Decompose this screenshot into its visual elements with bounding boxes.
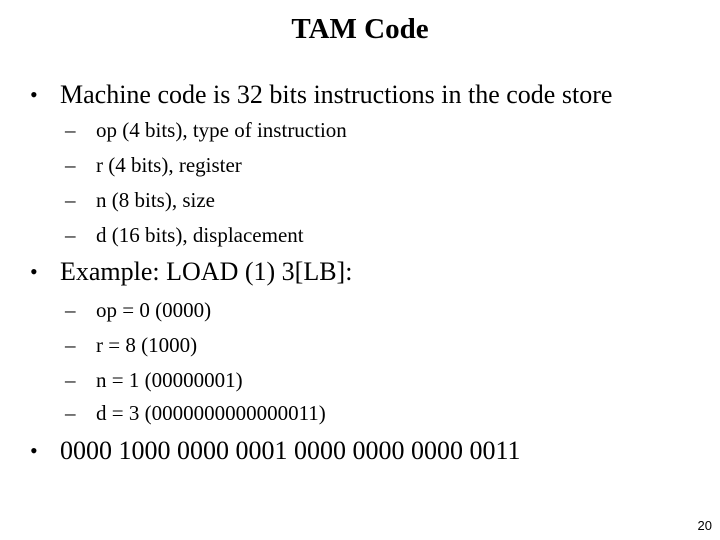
dash-icon: – xyxy=(65,368,76,392)
bullet-text: Machine code is 32 bits instructions in … xyxy=(60,80,613,109)
dash-icon: – xyxy=(65,118,76,142)
dash-icon: – xyxy=(65,223,76,247)
dash-icon: – xyxy=(65,401,76,425)
subitem-text: n (8 bits), size xyxy=(96,188,215,212)
subitem-text: r (4 bits), register xyxy=(96,153,242,177)
dash-icon: – xyxy=(65,188,76,212)
slide-title: TAM Code xyxy=(291,13,429,45)
bullet-icon: • xyxy=(30,259,38,284)
dash-icon: – xyxy=(65,298,76,322)
bullet-icon: • xyxy=(30,82,38,107)
subitem-text: r = 8 (1000) xyxy=(96,333,198,357)
subitem-text: op = 0 (0000) xyxy=(96,298,212,322)
dash-icon: – xyxy=(65,153,76,177)
page-number: 20 xyxy=(697,518,712,533)
subitem-text: op (4 bits), type of instruction xyxy=(96,118,347,142)
dash-icon: – xyxy=(65,333,76,357)
bullet-icon: • xyxy=(30,438,38,463)
subitem-text: d = 3 (0000000000000011) xyxy=(96,401,326,425)
subitem-text: d (16 bits), displacement xyxy=(96,223,304,247)
bullet-text: 0000 1000 0000 0001 0000 0000 0000 0011 xyxy=(60,436,521,465)
bullet-text: Example: LOAD (1) 3[LB]: xyxy=(60,257,353,286)
subitem-text: n = 1 (00000001) xyxy=(96,368,243,392)
